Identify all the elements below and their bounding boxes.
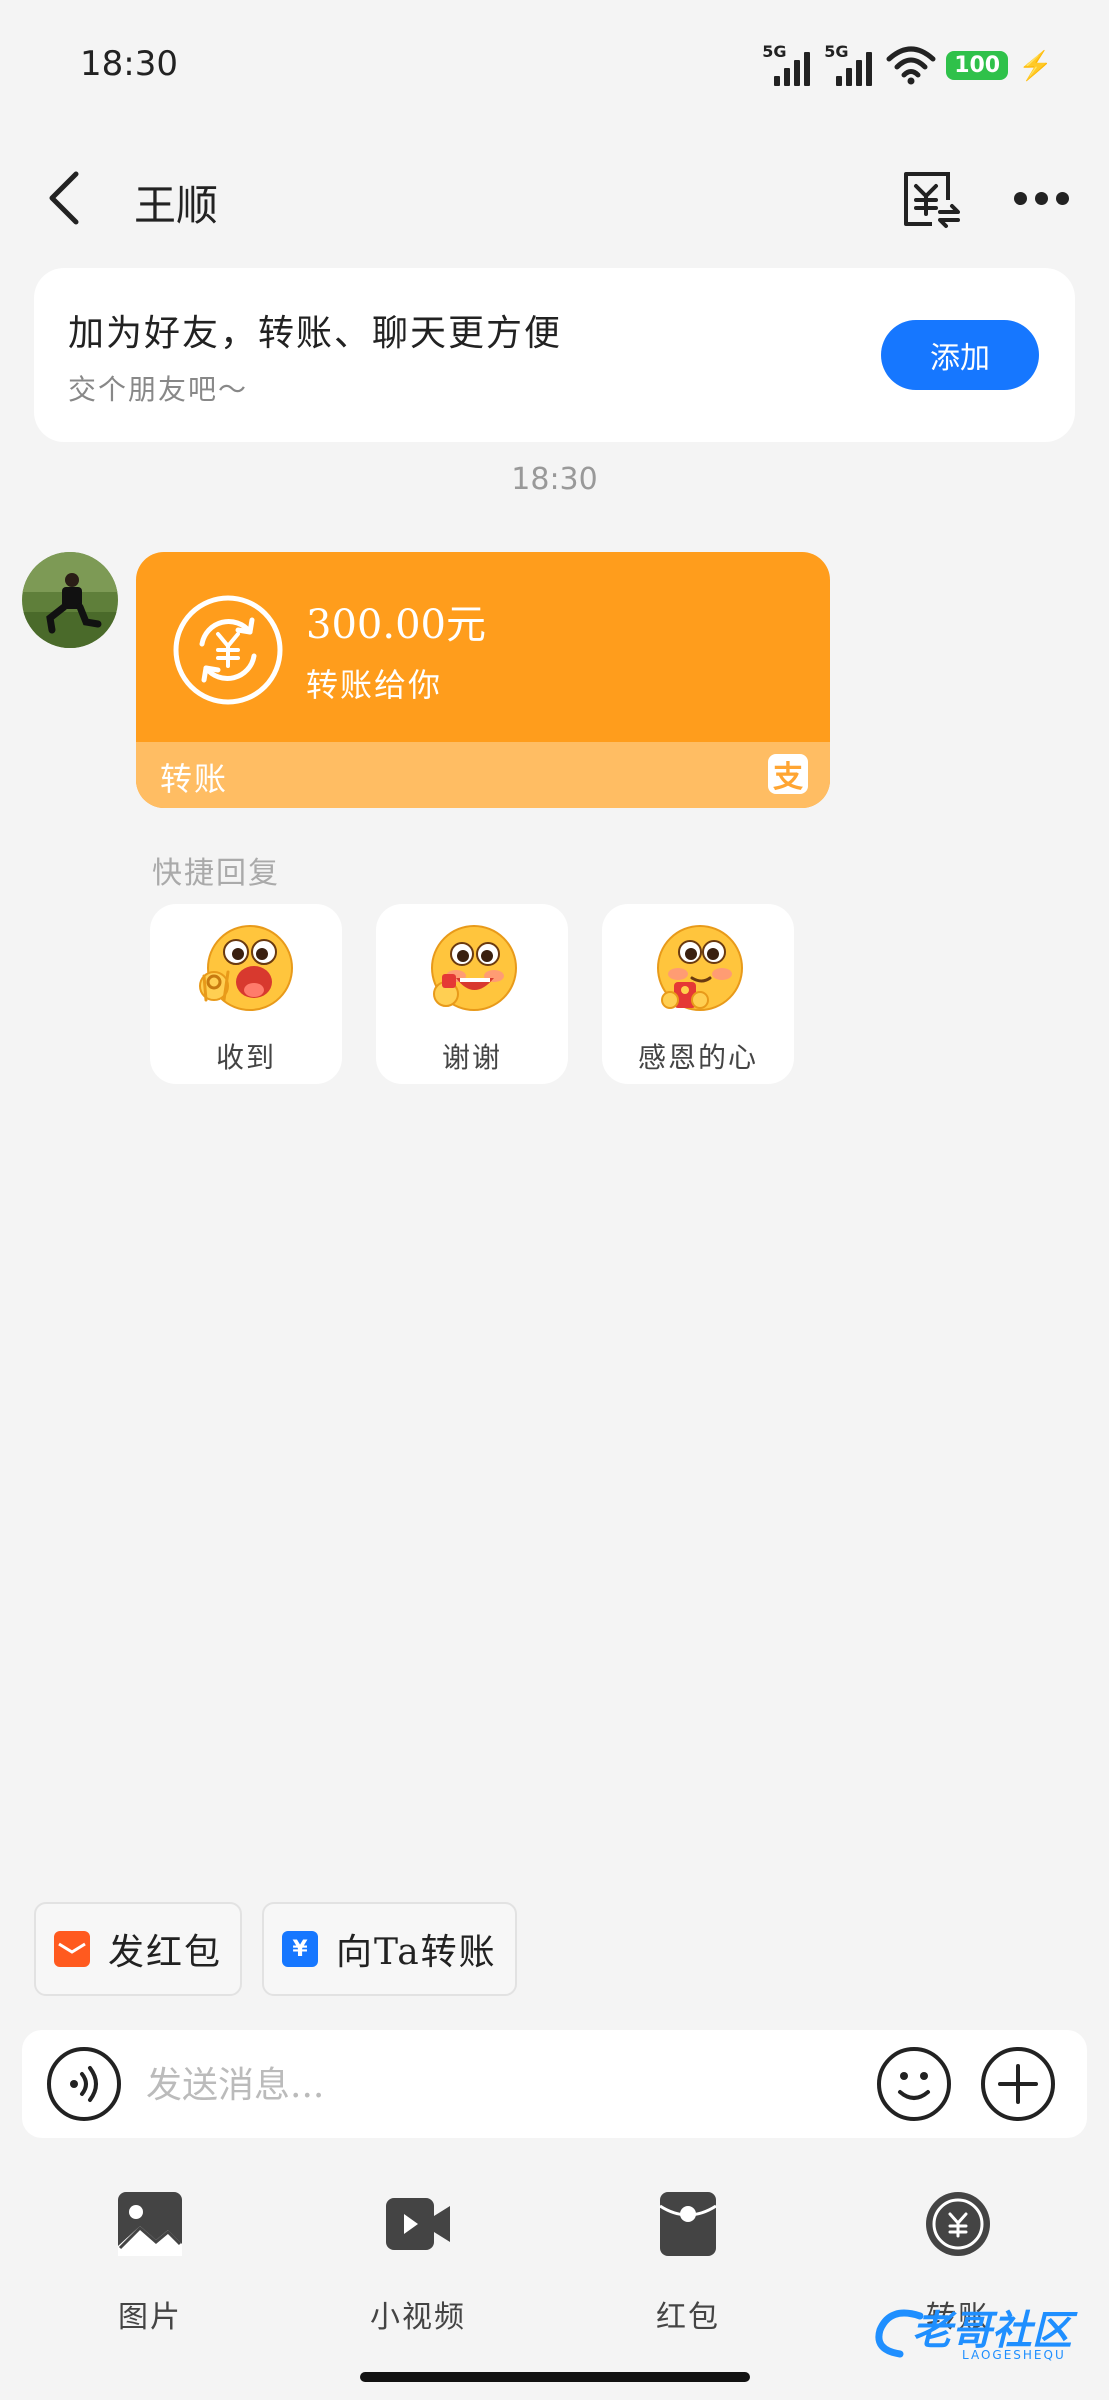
- chip-label: 发红包: [108, 1932, 223, 1973]
- transfer-amount: 300.00元: [306, 602, 486, 648]
- emoji-icon[interactable]: [876, 2046, 952, 2122]
- ok-hand-emoji-icon: [199, 925, 293, 1011]
- tool-label: 图片: [118, 2300, 182, 2335]
- voice-icon[interactable]: [46, 2046, 122, 2122]
- transfer-circle-icon: [926, 2192, 990, 2256]
- transfer-message-card[interactable]: 300.00元 转账给你 转账 支: [136, 552, 830, 808]
- signal-icon: 5G: [762, 42, 814, 88]
- transfer-description: 转账给你: [306, 666, 443, 704]
- add-friend-card: 加为好友，转账、聊天更方便 交个朋友吧～ 添加: [34, 268, 1075, 442]
- message-input[interactable]: [144, 2050, 868, 2120]
- plus-icon[interactable]: [980, 2046, 1056, 2122]
- tool-transfer[interactable]: 转账: [858, 2190, 1058, 2335]
- message-input-bar: [22, 2030, 1087, 2138]
- send-red-envelope-chip[interactable]: 发红包: [34, 1902, 243, 1996]
- transfer-icon: ¥: [282, 1931, 318, 1967]
- transfer-label: 转账: [160, 760, 229, 798]
- transfer-card-body: 300.00元 转账给你: [136, 552, 830, 742]
- more-icon[interactable]: [1014, 188, 1070, 208]
- red-envelope-icon: [54, 1931, 90, 1967]
- back-icon[interactable]: [44, 168, 84, 228]
- home-indicator[interactable]: [360, 2372, 750, 2382]
- quick-reply-thanks[interactable]: 谢谢: [376, 904, 568, 1084]
- charging-icon: ⚡: [1018, 48, 1053, 82]
- bill-icon[interactable]: [898, 166, 964, 232]
- transfer-card-footer: 转账 支: [136, 742, 830, 808]
- tool-label: 红包: [656, 2300, 720, 2335]
- chip-label: 向Ta转账: [336, 1932, 497, 1973]
- watermark-logo: 老哥社区 LAOGESHEQU: [870, 2296, 1100, 2368]
- tool-image[interactable]: 图片: [50, 2190, 250, 2335]
- quick-reply-label: 谢谢: [441, 1041, 502, 1074]
- transfer-to-them-chip[interactable]: ¥ 向Ta转账: [262, 1902, 517, 1996]
- tool-label: 小视频: [370, 2300, 466, 2335]
- red-packet-icon: [659, 2192, 717, 2256]
- battery-icon: 100: [946, 50, 1009, 80]
- add-friend-button[interactable]: 添加: [881, 320, 1039, 390]
- tool-red-packet[interactable]: 红包: [588, 2190, 788, 2335]
- avatar[interactable]: [22, 552, 118, 648]
- video-icon: [386, 2198, 450, 2250]
- quick-reply-grateful[interactable]: 感恩的心: [602, 904, 794, 1084]
- quick-reply-label: 收到: [215, 1041, 276, 1074]
- status-time: 18:30: [80, 44, 178, 84]
- grateful-emoji-icon: [657, 925, 743, 1011]
- quick-reply-received[interactable]: 收到: [150, 904, 342, 1084]
- add-friend-title: 加为好友，转账、聊天更方便: [68, 313, 563, 354]
- wifi-icon: [886, 46, 936, 85]
- tool-video[interactable]: 小视频: [318, 2190, 518, 2335]
- thanks-emoji-icon: [431, 925, 517, 1011]
- image-icon: [118, 2192, 182, 2256]
- quick-reply-label: 感恩的心: [637, 1041, 758, 1074]
- status-icons: 5G 5G 100 ⚡: [762, 42, 1053, 88]
- signal-icon: 5G: [824, 42, 876, 88]
- quick-reply-title: 快捷回复: [152, 856, 280, 891]
- transfer-circle-icon: [173, 595, 283, 705]
- chat-timestamp: 18:30: [511, 462, 598, 497]
- watermark-subtext: LAOGESHEQU: [962, 2348, 1066, 2362]
- alipay-icon: 支: [768, 754, 808, 795]
- chat-title: 王顺: [134, 181, 219, 230]
- add-friend-subtitle: 交个朋友吧～: [68, 373, 249, 406]
